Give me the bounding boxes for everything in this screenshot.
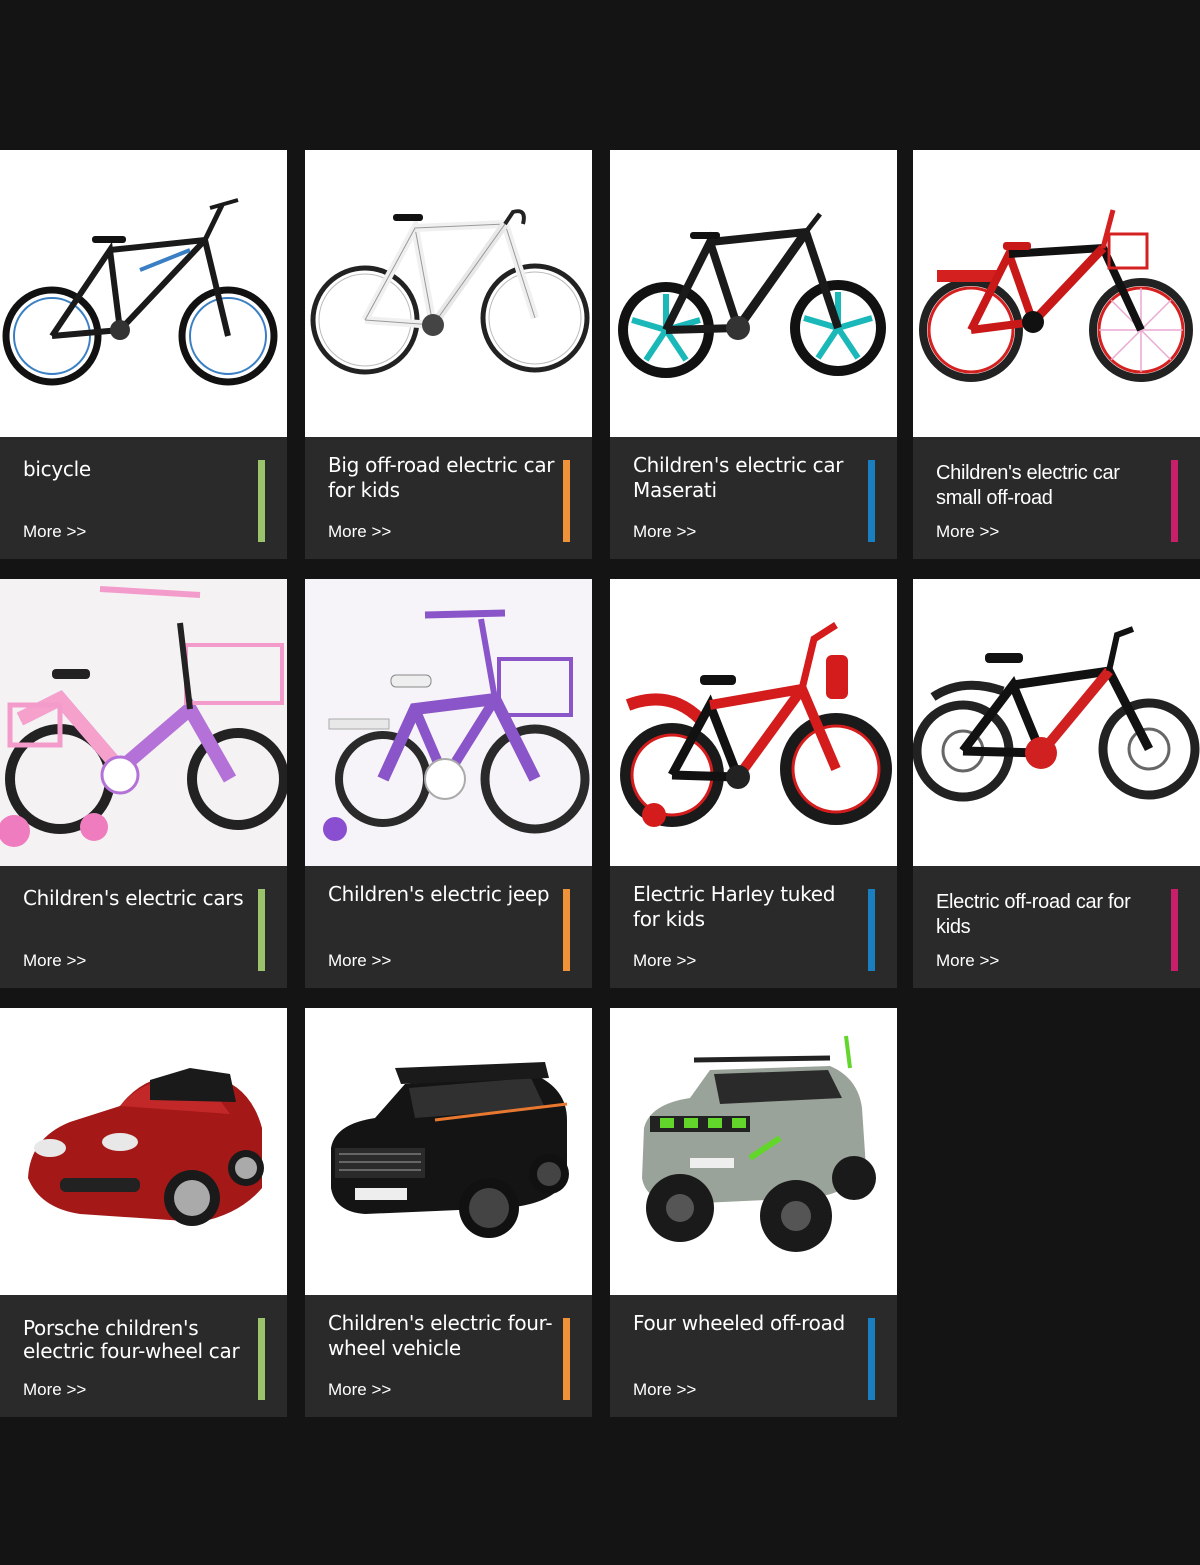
- product-image[interactable]: [610, 1008, 897, 1295]
- product-image[interactable]: [0, 1008, 287, 1295]
- accent-bar: [258, 1318, 265, 1400]
- product-caption: Electric Harley tuked for kids More >>: [610, 866, 897, 988]
- product-card[interactable]: bicycle More >>: [0, 150, 287, 559]
- product-card[interactable]: Children's electric car small off-road M…: [913, 150, 1200, 559]
- product-title[interactable]: Children's electric four-wheel vehicle: [328, 1311, 560, 1361]
- product-image[interactable]: [913, 579, 1200, 866]
- bicycle-image: [919, 209, 1193, 382]
- product-caption: Children's electric car Maserati More >>: [610, 437, 897, 559]
- product-caption: Children's electric car small off-road M…: [913, 437, 1200, 559]
- more-link[interactable]: More >>: [633, 951, 696, 971]
- product-caption: bicycle More >>: [0, 437, 287, 559]
- product-title[interactable]: Electric Harley tuked for kids: [633, 882, 865, 932]
- accent-bar: [563, 1318, 570, 1400]
- accent-bar: [868, 1318, 875, 1400]
- product-title[interactable]: bicycle: [23, 457, 255, 482]
- product-caption: Four wheeled off-road More >>: [610, 1295, 897, 1417]
- more-link[interactable]: More >>: [328, 951, 391, 971]
- product-title[interactable]: Porsche children's electric four-wheel c…: [23, 1317, 255, 1363]
- more-link[interactable]: More >>: [328, 522, 391, 542]
- product-title[interactable]: Big off-road electric car for kids: [328, 453, 560, 503]
- more-link[interactable]: More >>: [936, 522, 999, 542]
- product-card[interactable]: Children's electric cars More >>: [0, 579, 287, 988]
- bicycle-image: [310, 209, 590, 375]
- more-link[interactable]: More >>: [23, 522, 86, 542]
- product-card[interactable]: Four wheeled off-road More >>: [610, 1008, 897, 1417]
- product-caption: Children's electric jeep More >>: [305, 866, 592, 988]
- product-image[interactable]: [305, 579, 592, 866]
- product-title[interactable]: Children's electric cars: [23, 886, 255, 911]
- accent-bar: [563, 460, 570, 542]
- car-image: [331, 1062, 569, 1238]
- more-link[interactable]: More >>: [23, 1380, 86, 1400]
- product-caption: Porsche children's electric four-wheel c…: [0, 1295, 287, 1417]
- accent-bar: [1171, 460, 1178, 542]
- product-image[interactable]: [305, 1008, 592, 1295]
- product-title[interactable]: Four wheeled off-road: [633, 1311, 865, 1336]
- more-link[interactable]: More >>: [328, 1380, 391, 1400]
- product-caption: Children's electric cars More >>: [0, 866, 287, 988]
- bicycle-image: [620, 622, 892, 827]
- product-title[interactable]: Children's electric jeep: [328, 882, 560, 907]
- product-title[interactable]: Electric off-road car for kids: [936, 890, 1168, 940]
- product-image[interactable]: [305, 150, 592, 437]
- accent-bar: [258, 460, 265, 542]
- product-image[interactable]: [610, 579, 897, 866]
- product-card[interactable]: Children's electric car Maserati More >>: [610, 150, 897, 559]
- accent-bar: [868, 889, 875, 971]
- bicycle-image: [2, 198, 278, 386]
- more-link[interactable]: More >>: [23, 951, 86, 971]
- bicycle-image: [913, 626, 1200, 802]
- product-card[interactable]: Electric Harley tuked for kids More >>: [610, 579, 897, 988]
- bicycle-image: [305, 579, 592, 866]
- accent-bar: [563, 889, 570, 971]
- product-image[interactable]: [0, 579, 287, 866]
- car-image: [28, 1068, 264, 1226]
- more-link[interactable]: More >>: [633, 522, 696, 542]
- product-title[interactable]: Children's electric car Maserati: [633, 453, 865, 503]
- product-caption: Big off-road electric car for kids More …: [305, 437, 592, 559]
- accent-bar: [258, 889, 265, 971]
- product-image[interactable]: [913, 150, 1200, 437]
- bicycle-image: [618, 212, 886, 378]
- accent-bar: [1171, 889, 1178, 971]
- accent-bar: [868, 460, 875, 542]
- bicycle-image: [0, 579, 287, 866]
- more-link[interactable]: More >>: [633, 1380, 696, 1400]
- product-caption: Children's electric four-wheel vehicle M…: [305, 1295, 592, 1417]
- product-card[interactable]: Children's electric jeep More >>: [305, 579, 592, 988]
- product-image[interactable]: [0, 150, 287, 437]
- product-image[interactable]: [610, 150, 897, 437]
- product-caption: Electric off-road car for kids More >>: [913, 866, 1200, 988]
- product-card[interactable]: Electric off-road car for kids More >>: [913, 579, 1200, 988]
- more-link[interactable]: More >>: [936, 951, 999, 971]
- product-card[interactable]: Big off-road electric car for kids More …: [305, 150, 592, 559]
- product-card[interactable]: Porsche children's electric four-wheel c…: [0, 1008, 287, 1417]
- car-image: [642, 1035, 876, 1252]
- product-card[interactable]: Children's electric four-wheel vehicle M…: [305, 1008, 592, 1417]
- product-title[interactable]: Children's electric car small off-road: [936, 461, 1168, 511]
